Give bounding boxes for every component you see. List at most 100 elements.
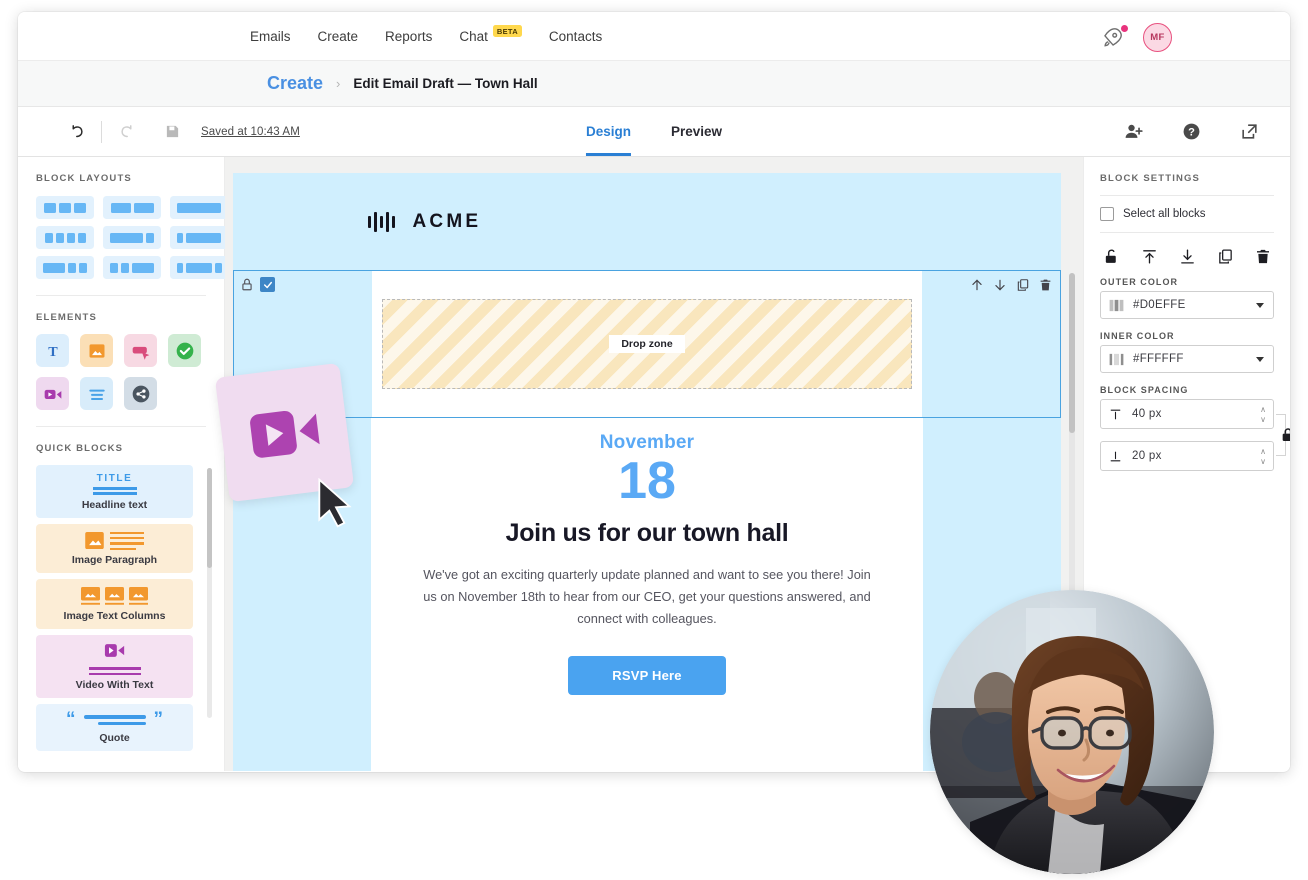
spacing-top-stepper[interactable]: ∧ ∨ xyxy=(1260,405,1266,423)
layout-bar xyxy=(59,202,71,213)
selected-block[interactable]: Drop zone xyxy=(233,270,1061,418)
trash-icon[interactable] xyxy=(1039,278,1052,292)
nav-label: Contacts xyxy=(548,28,603,44)
arrow-up-icon[interactable] xyxy=(970,278,984,292)
block-layouts-grid xyxy=(18,184,228,279)
nav-item-chat[interactable]: Chat BETA xyxy=(459,25,522,44)
video-camera-icon xyxy=(44,389,61,399)
nav-item-contacts[interactable]: Contacts xyxy=(549,29,602,44)
quick-blocks-scrollbar[interactable] xyxy=(207,468,212,718)
layout-bar xyxy=(43,262,65,273)
block-left-controls xyxy=(240,277,275,292)
breadcrumb-parent-link[interactable]: Create xyxy=(267,73,323,94)
quick-block-quote[interactable]: “” Quote xyxy=(36,704,193,751)
share-export-button[interactable] xyxy=(1234,117,1264,147)
video-camera-icon xyxy=(249,410,320,458)
chevron-down-icon[interactable] xyxy=(1256,302,1264,308)
redo-button[interactable] xyxy=(111,117,141,147)
layout-four-equal-columns[interactable] xyxy=(36,226,94,249)
layout-three-equal-columns[interactable] xyxy=(36,196,94,219)
presenter-photo xyxy=(930,590,1214,874)
layout-two-equal-columns[interactable] xyxy=(103,196,161,219)
button-element[interactable] xyxy=(124,334,157,367)
saved-status[interactable]: Saved at 10:43 AM xyxy=(201,126,300,138)
spacing-bottom-stepper[interactable]: ∧ ∨ xyxy=(1260,447,1266,465)
image-with-lines-icon xyxy=(36,531,193,551)
nav-item-emails[interactable]: Emails xyxy=(250,29,291,44)
spacing-top-field[interactable]: 40 px ∧ ∨ xyxy=(1100,399,1274,429)
layout-bar xyxy=(185,262,212,273)
tab-design[interactable]: Design xyxy=(585,107,631,156)
save-button[interactable] xyxy=(157,117,187,147)
top-navigation-bar: Emails Create Reports Chat BETA Contacts… xyxy=(18,12,1290,60)
logo-wordmark: ACME xyxy=(412,210,482,232)
breadcrumb: Create › Edit Email Draft — Town Hall xyxy=(18,60,1290,107)
scrollbar-thumb[interactable] xyxy=(1069,273,1075,433)
inner-color-value: #FFFFFF xyxy=(1133,353,1184,365)
inner-color-field[interactable]: #FFFFFF xyxy=(1100,345,1274,373)
paragraph-element[interactable] xyxy=(80,377,113,410)
video-element[interactable] xyxy=(36,377,69,410)
email-body-block[interactable]: November 18 Join us for our town hall We… xyxy=(371,418,923,771)
duplicate-icon[interactable] xyxy=(1016,278,1030,292)
quick-block-video-with-text[interactable]: Video With Text xyxy=(36,635,193,699)
unlock-icon[interactable] xyxy=(1103,248,1120,265)
undo-button[interactable] xyxy=(62,117,92,147)
select-all-blocks-row[interactable]: Select all blocks xyxy=(1100,207,1274,221)
align-top-icon[interactable] xyxy=(1141,248,1158,265)
quick-blocks-title: QUICK BLOCKS xyxy=(36,443,124,454)
chevron-down-icon[interactable] xyxy=(1256,356,1264,362)
help-button[interactable]: ? xyxy=(1176,117,1206,147)
avatar[interactable]: MF xyxy=(1143,23,1172,52)
scrollbar-thumb[interactable] xyxy=(207,468,212,568)
email-headline: Join us for our town hall xyxy=(505,519,789,548)
social-share-element[interactable] xyxy=(124,377,157,410)
layout-wide-left-two-narrow[interactable] xyxy=(36,256,94,279)
layout-one-full-column[interactable] xyxy=(170,196,228,219)
right-divider-2 xyxy=(1100,232,1274,233)
quick-block-label: Headline text xyxy=(81,498,148,511)
image-icon xyxy=(89,343,104,358)
duplicate-icon[interactable] xyxy=(1217,248,1234,265)
nav-item-create[interactable]: Create xyxy=(318,29,359,44)
lock-icon[interactable] xyxy=(240,277,254,292)
nav-item-reports[interactable]: Reports xyxy=(385,29,432,44)
quick-block-headline-text[interactable]: TITLE Headline text xyxy=(36,465,193,518)
nav-label: Create xyxy=(317,28,359,44)
add-user-button[interactable] xyxy=(1118,117,1148,147)
outer-color-field[interactable]: #D0EFFE xyxy=(1100,291,1274,319)
redo-icon xyxy=(120,125,131,138)
arrow-down-icon[interactable] xyxy=(993,278,1007,292)
layout-wide-left-narrow-right[interactable] xyxy=(103,226,161,249)
layout-narrow-wide-narrow[interactable] xyxy=(170,256,228,279)
text-element[interactable]: T xyxy=(36,334,69,367)
svg-text:T: T xyxy=(48,344,58,360)
spacing-lock-icon[interactable] xyxy=(1280,427,1290,443)
quick-block-image-paragraph[interactable]: Image Paragraph xyxy=(36,523,193,574)
block-select-checkbox[interactable] xyxy=(260,277,275,292)
tab-preview[interactable]: Preview xyxy=(671,107,722,156)
quick-block-image-text-columns[interactable]: Image Text Columns xyxy=(36,579,193,630)
block-right-controls xyxy=(970,278,1052,292)
svg-text:?: ? xyxy=(1188,126,1195,138)
rsvp-button[interactable]: RSVP Here xyxy=(568,656,726,696)
block-layouts-title: BLOCK LAYOUTS xyxy=(36,173,132,184)
rocket-button[interactable] xyxy=(1099,24,1128,51)
trash-icon[interactable] xyxy=(1255,248,1271,265)
align-bottom-icon[interactable] xyxy=(1179,248,1196,265)
survey-element[interactable] xyxy=(168,334,201,367)
layout-bar xyxy=(133,202,154,213)
email-day: 18 xyxy=(618,452,676,510)
layout-narrow-left-wide-right[interactable] xyxy=(170,226,228,249)
select-all-checkbox[interactable] xyxy=(1100,207,1114,221)
select-all-label: Select all blocks xyxy=(1123,208,1206,220)
inner-color-swatch-icon xyxy=(1109,353,1124,365)
spacing-bottom-icon xyxy=(1110,451,1121,461)
spacing-bottom-field[interactable]: 20 px ∧ ∨ xyxy=(1100,441,1274,471)
layout-bar xyxy=(146,232,154,243)
outer-color-label: OUTER COLOR xyxy=(1100,277,1179,287)
layout-two-narrow-wide-right[interactable] xyxy=(103,256,161,279)
layout-bar xyxy=(77,232,86,243)
image-element[interactable] xyxy=(80,334,113,367)
drop-zone[interactable]: Drop zone xyxy=(382,299,912,389)
